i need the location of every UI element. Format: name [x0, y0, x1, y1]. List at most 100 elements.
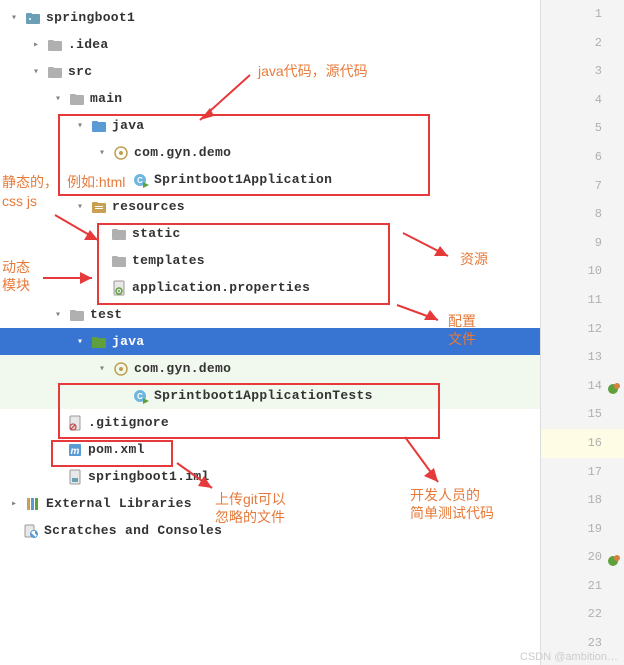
chevron-down-icon[interactable]: ▾	[6, 10, 22, 26]
tree-node-resources[interactable]: ▾ resources	[0, 193, 540, 220]
tree-node-iml[interactable]: springboot1.iml	[0, 463, 540, 490]
tree-node-test[interactable]: ▾ test	[0, 301, 540, 328]
chevron-down-icon[interactable]: ▾	[50, 307, 66, 323]
folder-icon	[68, 90, 86, 108]
gutter-line: 16	[541, 429, 624, 458]
libraries-icon	[24, 495, 42, 513]
package-icon	[112, 144, 130, 162]
gutter-line: 20	[541, 543, 624, 572]
class-run-icon: C	[132, 387, 150, 405]
gitignore-file-icon	[66, 414, 84, 432]
svg-text:C: C	[137, 392, 143, 401]
gutter-line: 9	[541, 229, 624, 258]
chevron-down-icon[interactable]: ▾	[94, 361, 110, 377]
node-label: java	[112, 334, 144, 349]
scratches-icon	[22, 522, 40, 540]
chevron-right-icon[interactable]: ▸	[28, 37, 44, 53]
gutter-marker-icon	[606, 379, 620, 393]
gutter-line: 4	[541, 86, 624, 115]
chevron-down-icon[interactable]: ▾	[50, 91, 66, 107]
source-folder-icon	[90, 117, 108, 135]
svg-text:C: C	[137, 176, 143, 185]
gutter-line: 5	[541, 114, 624, 143]
chevron-right-icon[interactable]: ▸	[6, 496, 22, 512]
chevron-down-icon[interactable]: ▾	[94, 145, 110, 161]
node-label: src	[68, 64, 92, 79]
node-label: main	[90, 91, 122, 106]
tree-node-scratches[interactable]: Scratches and Consoles	[0, 517, 540, 544]
node-label: External Libraries	[46, 496, 192, 511]
svg-text:m: m	[71, 446, 80, 457]
chevron-down-icon[interactable]: ▾	[72, 199, 88, 215]
tree-node-main[interactable]: ▾ main	[0, 85, 540, 112]
node-label: .idea	[68, 37, 109, 52]
test-folder-icon	[90, 333, 108, 351]
tree-node-root[interactable]: ▾ springboot1	[0, 4, 540, 31]
tree-node-pom[interactable]: m pom.xml	[0, 436, 540, 463]
folder-icon	[46, 36, 64, 54]
class-run-icon: C	[132, 171, 150, 189]
folder-icon	[110, 225, 128, 243]
chevron-down-icon[interactable]: ▾	[72, 334, 88, 350]
maven-file-icon: m	[66, 441, 84, 459]
node-label: static	[132, 226, 181, 241]
node-label: templates	[132, 253, 205, 268]
gutter-line: 22	[541, 600, 624, 629]
resources-folder-icon	[90, 198, 108, 216]
folder-icon	[46, 63, 64, 81]
tree-node-java-test[interactable]: ▾ java	[0, 328, 540, 355]
package-icon	[112, 360, 130, 378]
node-label: test	[90, 307, 122, 322]
properties-file-icon	[110, 279, 128, 297]
tree-node-idea[interactable]: ▸ .idea	[0, 31, 540, 58]
node-label: pom.xml	[88, 442, 145, 457]
tree-node-gitignore[interactable]: .gitignore	[0, 409, 540, 436]
tree-node-static[interactable]: static	[0, 220, 540, 247]
folder-icon	[68, 306, 86, 324]
gutter-line: 8	[541, 200, 624, 229]
tree-node-app-main[interactable]: C Sprintboot1Application	[0, 166, 540, 193]
node-label: com.gyn.demo	[134, 145, 231, 160]
node-label: Scratches and Consoles	[44, 523, 222, 538]
tree-node-app-test[interactable]: C Sprintboot1ApplicationTests	[0, 382, 540, 409]
node-label: .gitignore	[88, 415, 169, 430]
gutter-line: 10	[541, 257, 624, 286]
gutter-line: 19	[541, 515, 624, 544]
line-gutter: 1234567891011121314151617181920212223	[540, 0, 624, 665]
gutter-line: 18	[541, 486, 624, 515]
gutter-line: 6	[541, 143, 624, 172]
gutter-line: 2	[541, 29, 624, 58]
tree-node-external-libraries[interactable]: ▸ External Libraries	[0, 490, 540, 517]
node-label: Sprintboot1Application	[154, 172, 332, 187]
chevron-down-icon[interactable]: ▾	[28, 64, 44, 80]
folder-icon	[24, 9, 42, 27]
tree-node-src[interactable]: ▾ src	[0, 58, 540, 85]
tree-node-pkg-main[interactable]: ▾ com.gyn.demo	[0, 139, 540, 166]
tree-node-java-main[interactable]: ▾ java	[0, 112, 540, 139]
node-label: com.gyn.demo	[134, 361, 231, 376]
gutter-line: 12	[541, 315, 624, 344]
tree-node-templates[interactable]: templates	[0, 247, 540, 274]
iml-file-icon	[66, 468, 84, 486]
tree-node-appprops[interactable]: application.properties	[0, 274, 540, 301]
gutter-line: 1	[541, 0, 624, 29]
node-label: application.properties	[132, 280, 310, 295]
gutter-line: 13	[541, 343, 624, 372]
gutter-line: 17	[541, 458, 624, 487]
watermark: CSDN @ambition…	[520, 651, 618, 663]
chevron-down-icon[interactable]: ▾	[72, 118, 88, 134]
gutter-line: 14	[541, 372, 624, 401]
gutter-line: 7	[541, 172, 624, 201]
node-label: java	[112, 118, 144, 133]
node-label: springboot1.iml	[88, 469, 210, 484]
project-tree[interactable]: ▾ springboot1 ▸ .idea ▾ src	[0, 0, 540, 665]
node-label: Sprintboot1ApplicationTests	[154, 388, 373, 403]
gutter-line: 11	[541, 286, 624, 315]
tree-node-pkg-test[interactable]: ▾ com.gyn.demo	[0, 355, 540, 382]
gutter-line: 15	[541, 400, 624, 429]
node-label: resources	[112, 199, 185, 214]
gutter-line: 21	[541, 572, 624, 601]
gutter-line: 3	[541, 57, 624, 86]
folder-icon	[110, 252, 128, 270]
gutter-marker-icon	[606, 551, 620, 565]
